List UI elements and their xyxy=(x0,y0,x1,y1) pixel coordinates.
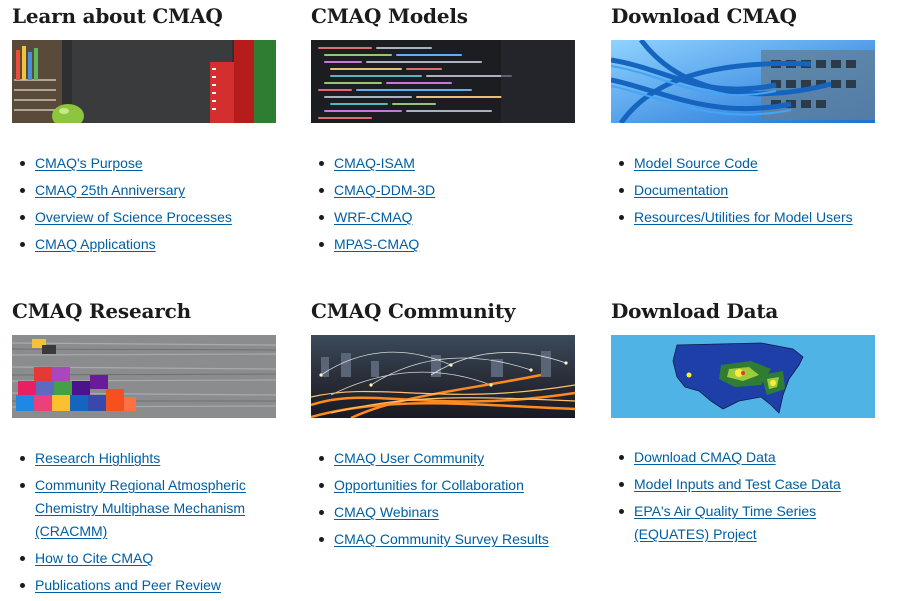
list-item: Documentation xyxy=(611,179,881,202)
link-how-to-cite-cmaq[interactable]: How to Cite CMAQ xyxy=(35,550,153,566)
link-publications-peer-review[interactable]: Publications and Peer Review xyxy=(35,577,221,593)
cmaq-models-image[interactable] xyxy=(311,40,575,123)
download-cmaq-image[interactable] xyxy=(611,40,875,123)
cmaq-research-image[interactable] xyxy=(12,335,276,418)
link-cmaq-user-community[interactable]: CMAQ User Community xyxy=(334,450,484,466)
link-model-source-code[interactable]: Model Source Code xyxy=(634,155,758,171)
section-download-data: Download Data Download CMAQ Data Model I… xyxy=(611,297,881,550)
download-data-links: Download CMAQ Data Model Inputs and Test… xyxy=(611,446,881,546)
learn-about-cmaq-image[interactable] xyxy=(12,40,276,123)
list-item: Opportunities for Collaboration xyxy=(311,474,581,497)
list-item: CMAQ-ISAM xyxy=(311,152,581,175)
cmaq-community-links: CMAQ User Community Opportunities for Co… xyxy=(311,447,581,551)
link-documentation[interactable]: Documentation xyxy=(634,182,728,198)
section-cmaq-research: CMAQ Research Research Highlights Commun… xyxy=(12,297,282,601)
list-item: Download CMAQ Data xyxy=(611,446,881,469)
list-item: CMAQ User Community xyxy=(311,447,581,470)
link-cmaq-ddm-3d[interactable]: CMAQ-DDM-3D xyxy=(334,182,435,198)
link-opportunities-collaboration[interactable]: Opportunities for Collaboration xyxy=(334,477,524,493)
download-data-image[interactable] xyxy=(611,335,875,418)
list-item: Model Inputs and Test Case Data xyxy=(611,473,881,496)
link-download-cmaq-data[interactable]: Download CMAQ Data xyxy=(634,449,776,465)
learn-about-cmaq-links: CMAQ's Purpose CMAQ 25th Anniversary Ove… xyxy=(12,152,282,256)
link-cmaq-community-survey-results[interactable]: CMAQ Community Survey Results xyxy=(334,531,549,547)
section-title: Download Data xyxy=(611,299,779,323)
section-title: CMAQ Community xyxy=(311,299,516,323)
section-download-cmaq: Download CMAQ Model Source Code Document… xyxy=(611,2,881,233)
list-item: Community Regional Atmospheric Chemistry… xyxy=(12,474,282,543)
link-cmaq-isam[interactable]: CMAQ-ISAM xyxy=(334,155,415,171)
link-cmaq-applications[interactable]: CMAQ Applications xyxy=(35,236,156,252)
section-title: CMAQ Models xyxy=(311,4,468,28)
cmaq-community-image[interactable] xyxy=(311,335,575,418)
link-research-highlights[interactable]: Research Highlights xyxy=(35,450,160,466)
list-item: CMAQ Webinars xyxy=(311,501,581,524)
section-title: Download CMAQ xyxy=(611,4,797,28)
section-title: Learn about CMAQ xyxy=(12,4,223,28)
section-cmaq-models: CMAQ Models CMAQ-ISAM CMAQ-DDM-3D WRF-CM… xyxy=(311,2,581,260)
list-item: CMAQ Applications xyxy=(12,233,282,256)
list-item: EPA's Air Quality Time Series (EQUATES) … xyxy=(611,500,881,546)
section-cmaq-community: CMAQ Community CMAQ User Community Oppor… xyxy=(311,297,581,555)
list-item: CMAQ 25th Anniversary xyxy=(12,179,282,202)
list-item: Research Highlights xyxy=(12,447,282,470)
list-item: How to Cite CMAQ xyxy=(12,547,282,570)
link-equates-project[interactable]: EPA's Air Quality Time Series (EQUATES) … xyxy=(634,503,816,542)
download-cmaq-links: Model Source Code Documentation Resource… xyxy=(611,152,881,229)
link-wrf-cmaq[interactable]: WRF-CMAQ xyxy=(334,209,413,225)
list-item: Publications and Peer Review xyxy=(12,574,282,597)
list-item: CMAQ's Purpose xyxy=(12,152,282,175)
link-cracmm[interactable]: Community Regional Atmospheric Chemistry… xyxy=(35,477,246,539)
link-cmaq-purpose[interactable]: CMAQ's Purpose xyxy=(35,155,143,171)
list-item: WRF-CMAQ xyxy=(311,206,581,229)
list-item: Overview of Science Processes xyxy=(12,206,282,229)
link-overview-science-processes[interactable]: Overview of Science Processes xyxy=(35,209,232,225)
list-item: Model Source Code xyxy=(611,152,881,175)
list-item: Resources/Utilities for Model Users xyxy=(611,206,881,229)
link-resources-utilities[interactable]: Resources/Utilities for Model Users xyxy=(634,209,853,225)
section-title: CMAQ Research xyxy=(12,299,191,323)
list-item: CMAQ Community Survey Results xyxy=(311,528,581,551)
cmaq-models-links: CMAQ-ISAM CMAQ-DDM-3D WRF-CMAQ MPAS-CMAQ xyxy=(311,152,581,256)
link-model-inputs-test-case-data[interactable]: Model Inputs and Test Case Data xyxy=(634,476,841,492)
link-mpas-cmaq[interactable]: MPAS-CMAQ xyxy=(334,236,419,252)
list-item: CMAQ-DDM-3D xyxy=(311,179,581,202)
cmaq-research-links: Research Highlights Community Regional A… xyxy=(12,447,282,597)
section-learn-about-cmaq: Learn about CMAQ CMAQ's Purpose CMAQ 25t… xyxy=(12,2,282,260)
link-cmaq-webinars[interactable]: CMAQ Webinars xyxy=(334,504,439,520)
link-cmaq-25th-anniversary[interactable]: CMAQ 25th Anniversary xyxy=(35,182,185,198)
list-item: MPAS-CMAQ xyxy=(311,233,581,256)
